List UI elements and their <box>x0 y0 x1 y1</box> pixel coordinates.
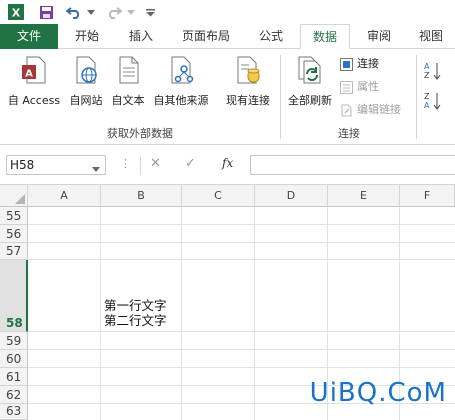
tab-insert[interactable]: 插入 <box>118 24 164 49</box>
gridline <box>28 224 455 225</box>
column-header-d[interactable]: D <box>255 185 328 207</box>
gridline <box>254 207 255 420</box>
cell-b58-line2: 第二行文字 <box>104 313 167 328</box>
properties-button[interactable]: 属性 <box>340 77 379 97</box>
group-separator <box>416 55 417 139</box>
row-header-56[interactable]: 56 <box>0 225 28 243</box>
formula-input[interactable] <box>250 155 455 175</box>
refresh-all-icon <box>295 55 325 85</box>
properties-label: 属性 <box>357 80 379 93</box>
cell-b58[interactable]: 第一行文字 第二行文字 <box>104 298 167 328</box>
row-header-60[interactable]: 60 <box>0 350 28 368</box>
from-web-label: 自网站 <box>69 94 103 107</box>
text-file-icon <box>113 55 143 85</box>
group-separator <box>280 55 281 139</box>
row-header-57[interactable]: 57 <box>0 243 28 260</box>
name-box-value: H58 <box>10 158 35 172</box>
save-icon[interactable] <box>36 0 56 24</box>
connections-icon <box>340 57 353 71</box>
formula-bar-grip-icon: ⋮ <box>120 157 131 170</box>
row-header-61[interactable]: 61 <box>0 368 28 386</box>
column-header-e[interactable]: E <box>328 185 400 207</box>
tab-page-layout[interactable]: 页面布局 <box>172 24 240 49</box>
ribbon-tabs: 文件 开始 插入 页面布局 公式 数据 审阅 视图 <box>0 24 455 49</box>
from-text-button[interactable]: 自文本 <box>108 55 148 115</box>
gridline <box>100 207 101 420</box>
ribbon: A 自 Access 自网站 自文本 自其他来源 现有连接 获取外部数据 全部刷… <box>0 49 455 167</box>
name-box-dropdown-icon[interactable] <box>92 162 100 175</box>
svg-text:X: X <box>12 7 21 20</box>
connections-button[interactable]: 连接 <box>340 54 379 74</box>
gridline <box>28 331 455 332</box>
properties-icon <box>340 80 353 94</box>
tab-home[interactable]: 开始 <box>64 24 110 49</box>
sort-ascending-icon[interactable]: AZ <box>424 61 442 84</box>
column-header-a[interactable]: A <box>28 185 101 207</box>
undo-dropdown-icon[interactable] <box>86 0 96 24</box>
row-header-62[interactable]: 62 <box>0 386 28 404</box>
cell-b58-line1: 第一行文字 <box>104 298 167 313</box>
edit-links-icon <box>340 104 353 117</box>
confirm-entry-icon[interactable]: ✓ <box>185 156 196 171</box>
existing-connections-button[interactable]: 现有连接 <box>220 55 276 115</box>
redo-dropdown-icon[interactable] <box>126 0 136 24</box>
select-all-corner[interactable] <box>0 185 28 207</box>
web-icon <box>71 55 101 85</box>
tab-formulas[interactable]: 公式 <box>248 24 294 49</box>
from-other-sources-label: 自其他来源 <box>153 94 209 107</box>
row-header-55[interactable]: 55 <box>0 207 28 225</box>
from-other-sources-button[interactable]: 自其他来源 <box>150 55 212 115</box>
from-access-button[interactable]: A 自 Access <box>4 55 64 115</box>
gridline <box>181 207 182 420</box>
from-web-button[interactable]: 自网站 <box>64 55 108 115</box>
svg-text:Z: Z <box>424 92 430 101</box>
cancel-entry-icon[interactable]: ✕ <box>150 156 161 171</box>
row-header-59[interactable]: 59 <box>0 332 28 350</box>
column-header-c[interactable]: C <box>182 185 255 207</box>
tab-view[interactable]: 视图 <box>408 24 454 49</box>
svg-text:A: A <box>25 69 33 80</box>
gridline <box>28 349 455 350</box>
refresh-all-button[interactable]: 全部刷新 <box>284 55 336 115</box>
excel-logo-icon: X <box>6 0 26 24</box>
gridline <box>28 242 455 243</box>
row-header-63[interactable]: 63 <box>0 404 28 420</box>
title-bar: X <box>0 0 455 24</box>
undo-icon[interactable] <box>64 0 84 24</box>
insert-function-icon[interactable]: fx <box>222 156 233 170</box>
name-box[interactable]: H58 <box>6 155 106 175</box>
watermark: UiBQ.CoM <box>309 378 447 408</box>
column-header-f[interactable]: F <box>400 185 455 207</box>
get-external-data-group-label: 获取外部数据 <box>107 127 173 140</box>
customize-qat-icon[interactable] <box>144 0 156 24</box>
svg-text:A: A <box>424 62 430 71</box>
edit-links-label: 编辑链接 <box>357 103 401 116</box>
svg-text:A: A <box>424 101 430 110</box>
connections-label: 连接 <box>357 57 379 70</box>
gridline <box>28 367 455 368</box>
existing-connections-icon <box>233 55 263 85</box>
column-header-b[interactable]: B <box>101 185 182 207</box>
formula-bar-divider <box>140 157 141 175</box>
tab-file[interactable]: 文件 <box>0 24 58 49</box>
existing-connections-label: 现有连接 <box>226 94 270 107</box>
row-header-58[interactable]: 58 <box>0 260 28 332</box>
sort-descending-icon[interactable]: ZA <box>424 91 442 114</box>
refresh-all-label: 全部刷新 <box>288 94 332 107</box>
tab-review[interactable]: 审阅 <box>356 24 402 49</box>
connections-group-label: 连接 <box>338 127 360 140</box>
edit-links-button[interactable]: 编辑链接 <box>340 100 401 120</box>
from-text-label: 自文本 <box>111 94 145 107</box>
gridline <box>28 259 455 260</box>
access-icon: A <box>19 55 49 85</box>
tab-data[interactable]: 数据 <box>300 24 350 49</box>
other-sources-icon <box>166 55 196 85</box>
redo-icon[interactable] <box>104 0 124 24</box>
from-access-label: 自 Access <box>7 94 61 107</box>
svg-text:Z: Z <box>424 71 430 80</box>
